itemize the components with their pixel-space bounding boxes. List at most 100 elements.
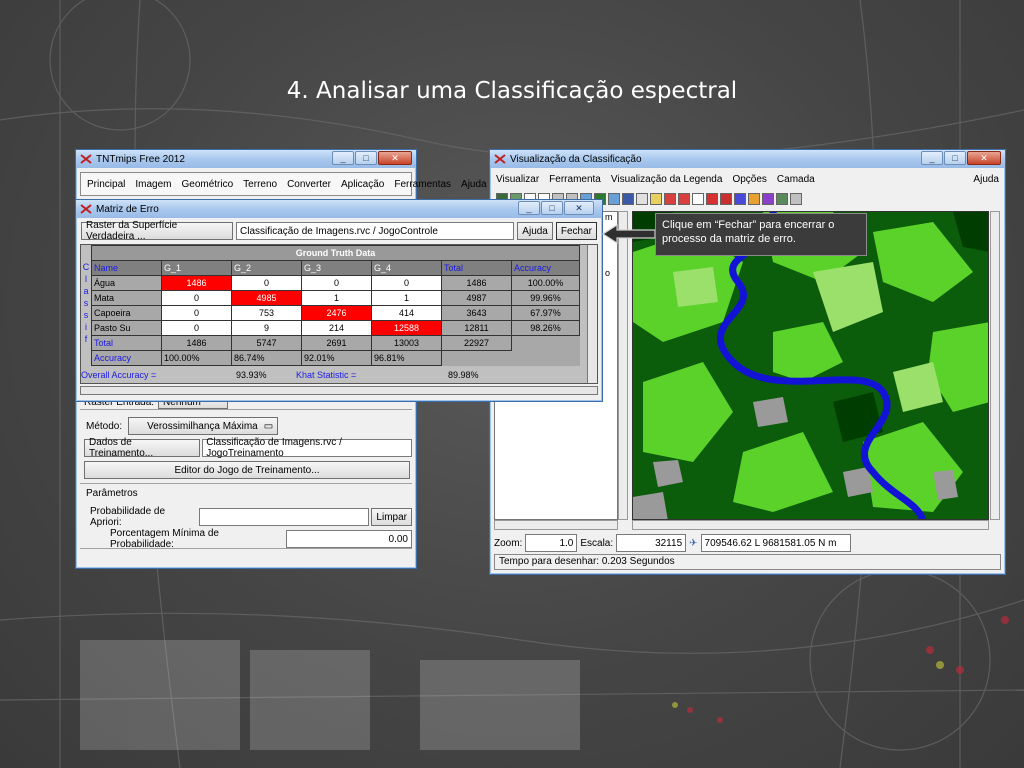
matriz-erro-window: Matriz de Erro _ □ ✕ Raster da Superfíci…	[75, 199, 603, 402]
tntmips-menubar: Principal Imagem Geométrico Terreno Conv…	[80, 172, 487, 196]
matrix-cell: 0	[161, 305, 232, 321]
menu-camada[interactable]: Camada	[777, 174, 815, 185]
matrix-horizontal-scrollbar[interactable]	[80, 386, 598, 395]
error-matrix-table: Ground Truth Data Name G_1 G_2 G_3 G_4 T…	[91, 245, 580, 366]
brush-icon[interactable]	[748, 193, 760, 205]
matrix-cell: 753	[231, 305, 302, 321]
record-icon[interactable]	[720, 193, 732, 205]
matrix-cell: 1	[371, 290, 442, 306]
refresh-icon[interactable]	[692, 193, 704, 205]
overall-accuracy-row: Overall Accuracy = 93.93% Khat Statistic…	[81, 367, 581, 382]
minimize-button[interactable]: _	[921, 151, 943, 165]
legend-scrollbar[interactable]	[618, 211, 628, 520]
menu-ferramentas[interactable]: Ferramentas	[394, 179, 451, 190]
map-vertical-scrollbar[interactable]	[990, 211, 1000, 520]
forward-icon[interactable]	[678, 193, 690, 205]
porcentagem-field[interactable]: 0.00	[285, 530, 412, 548]
map-horizontal-scrollbar[interactable]	[632, 520, 989, 530]
matriz-app-icon	[80, 204, 92, 214]
matrix-header-row: Name G_1 G_2 G_3 G_4 Total Accuracy	[91, 260, 580, 276]
col-total: 2691	[301, 335, 372, 351]
table-row: Capoeira 0 753 2476 414 3643 67.97%	[91, 305, 580, 321]
close-button[interactable]: ✕	[378, 151, 412, 165]
tool-icon[interactable]	[650, 193, 662, 205]
menu-imagem[interactable]: Imagem	[135, 179, 171, 190]
image-icon[interactable]	[776, 193, 788, 205]
col-header: Accuracy	[511, 260, 580, 276]
info-icon[interactable]	[608, 193, 620, 205]
menu-ajuda[interactable]: Ajuda	[461, 179, 487, 190]
tntmips-titlebar[interactable]: TNTmips Free 2012 _ □ ✕	[76, 150, 416, 168]
palette-icon[interactable]	[762, 193, 774, 205]
legend-horizontal-scrollbar[interactable]	[494, 520, 618, 530]
editor-jogo-treinamento-button[interactable]: Editor do Jogo de Treinamento...	[84, 461, 410, 479]
menu-opcoes[interactable]: Opções	[732, 174, 766, 185]
col-total: 13003	[371, 335, 442, 351]
instruction-callout: Clique em “Fechar” para encerrar o proce…	[655, 213, 867, 256]
maximize-button[interactable]: □	[944, 151, 966, 165]
minimize-button[interactable]: _	[332, 151, 354, 165]
total-row: Total 1486 5747 2691 13003 22927	[91, 335, 580, 351]
escala-field[interactable]: 32115	[616, 534, 687, 552]
close-button[interactable]: ✕	[967, 151, 1001, 165]
matrix-cell: 4985	[231, 290, 302, 306]
menu-visualizar[interactable]: Visualizar	[496, 174, 539, 185]
limpar-button[interactable]: Limpar	[371, 508, 412, 526]
menu-principal[interactable]: Principal	[87, 179, 125, 190]
matrix-cell: 414	[371, 305, 442, 321]
menu-ajuda[interactable]: Ajuda	[973, 174, 999, 185]
cursor-icon[interactable]	[636, 193, 648, 205]
slide-title: 4. Analisar uma Classificação espectral	[286, 78, 738, 104]
matriz-titlebar[interactable]: Matriz de Erro _ □ ✕	[76, 200, 602, 218]
back-icon[interactable]	[664, 193, 676, 205]
pointer-icon[interactable]	[734, 193, 746, 205]
settings-icon[interactable]	[790, 193, 802, 205]
menu-converter[interactable]: Converter	[287, 179, 331, 190]
row-accuracy: 98.26%	[511, 320, 580, 336]
parametros-label: Parâmetros	[86, 488, 138, 499]
legend-fragment-2: o	[605, 268, 611, 278]
metodo-select[interactable]: Verossimilhança Máxima ▭	[128, 417, 279, 435]
layer-icon[interactable]	[622, 193, 634, 205]
col-accuracy: 96.81%	[371, 350, 442, 366]
minimize-button[interactable]: _	[518, 201, 540, 215]
menu-visualizacao-legenda[interactable]: Visualização da Legenda	[611, 174, 723, 185]
menu-ferramenta[interactable]: Ferramenta	[549, 174, 601, 185]
menu-terreno[interactable]: Terreno	[243, 179, 277, 190]
menu-geometrico[interactable]: Geométrico	[181, 179, 233, 190]
row-total: 4987	[441, 290, 512, 306]
visualizacao-titlebar[interactable]: Visualização da Classificação _ □ ✕	[490, 150, 1005, 168]
probabilidade-apriori-field[interactable]	[198, 508, 370, 526]
khat-label: Khat Statistic =	[296, 369, 357, 380]
overall-accuracy-value: 93.93%	[236, 369, 267, 380]
zoom-field[interactable]: 1.0	[525, 534, 578, 552]
row-name: Água	[91, 275, 162, 291]
row-accuracy: 67.97%	[511, 305, 580, 321]
visualizacao-menubar: Visualizar Ferramenta Visualização da Le…	[490, 168, 1005, 190]
viz-status-line: Tempo para desenhar: 0.203 Segundos	[494, 554, 1001, 570]
dropdown-icon: ▭	[263, 420, 274, 432]
col-header: G_3	[301, 260, 372, 276]
fechar-button[interactable]: Fechar	[555, 222, 597, 240]
classification-raster	[633, 212, 988, 519]
menu-aplicacao[interactable]: Aplicação	[341, 179, 384, 190]
matrix-cell: 12588	[371, 320, 442, 336]
dados-treinamento-button[interactable]: Dados de Treinamento...	[84, 437, 201, 459]
matrix-vertical-scrollbar[interactable]	[587, 245, 597, 383]
close-button[interactable]: ✕	[564, 201, 594, 215]
classification-map[interactable]	[632, 211, 989, 520]
gps-icon[interactable]: ✈	[689, 538, 697, 549]
legend-fragment-1: m	[605, 212, 613, 222]
col-header: G_2	[231, 260, 302, 276]
raster-superficie-button[interactable]: Raster da Superfície Verdadeira ...	[81, 220, 234, 242]
maximize-button[interactable]: □	[541, 201, 563, 215]
col-header: G_4	[371, 260, 442, 276]
dados-treinamento-field[interactable]: Classificação de Imagens.rvc / JogoTrein…	[202, 437, 412, 459]
classified-side-label: C l a s s i f	[82, 262, 90, 344]
ajuda-button[interactable]: Ajuda	[517, 222, 553, 240]
stop-icon[interactable]	[706, 193, 718, 205]
row-total: 1486	[441, 275, 512, 291]
matrix-cell: 9	[231, 320, 302, 336]
maximize-button[interactable]: □	[355, 151, 377, 165]
raster-superficie-field[interactable]: Classificação de Imagens.rvc / JogoContr…	[236, 222, 515, 240]
